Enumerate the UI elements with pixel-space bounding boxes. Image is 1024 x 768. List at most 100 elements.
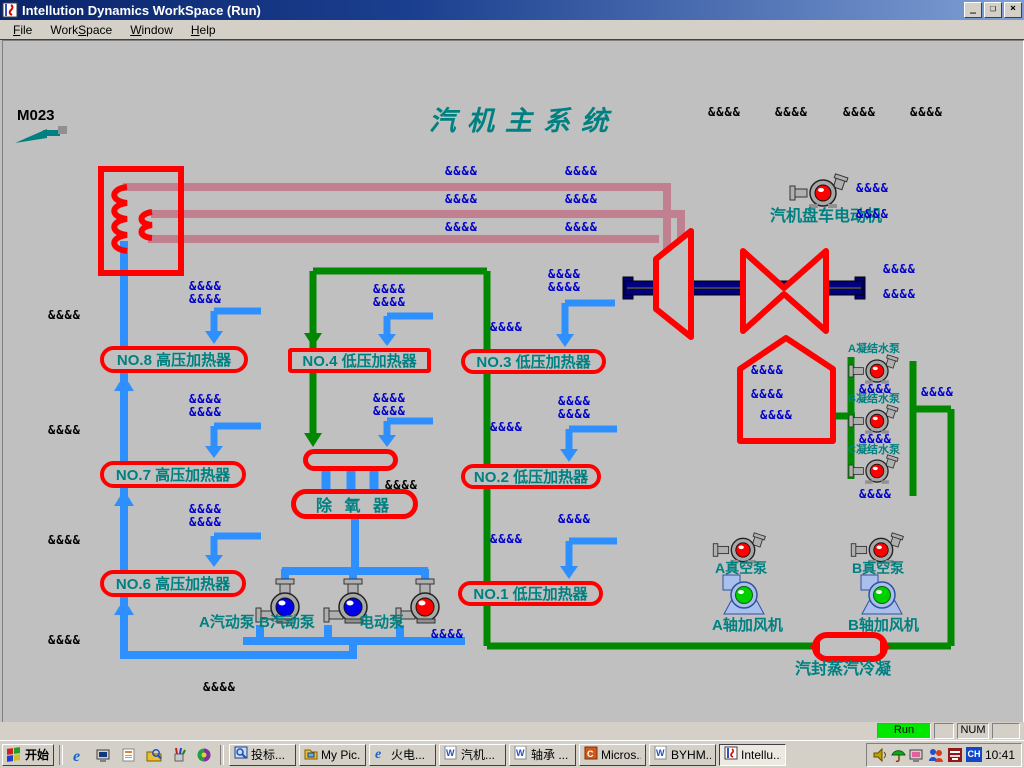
- heater-no3-lp[interactable]: NO.3 低压加热器: [461, 349, 606, 374]
- antivirus-umbrella-icon[interactable]: [891, 747, 906, 763]
- tag-value: &&&&: [775, 105, 808, 119]
- task-label: 投标...: [251, 746, 285, 763]
- quicklaunch-search-icon[interactable]: [143, 744, 165, 766]
- tag-value: &&&&: [445, 220, 478, 234]
- tag-value: &&&&: [565, 164, 598, 178]
- close-button[interactable]: ×: [1004, 2, 1022, 18]
- shaft-fan-b[interactable]: [861, 575, 902, 614]
- vacuum-pump-a[interactable]: [713, 533, 765, 564]
- task-icon: W: [444, 746, 458, 763]
- tag-value: &&&&: [48, 533, 81, 547]
- tag-value: &&&&: [558, 512, 591, 526]
- network-monitor-icon[interactable]: [909, 747, 925, 763]
- taskbar-task[interactable]: My Pic...: [299, 744, 366, 766]
- condensate-pump-a[interactable]: [849, 355, 898, 384]
- tag-value: &&&&: [48, 633, 81, 647]
- tag-value: &&&&: [48, 308, 81, 322]
- lp-turbine[interactable]: [743, 251, 826, 331]
- svg-text:W: W: [656, 748, 665, 758]
- menu-file[interactable]: File: [4, 21, 41, 39]
- tag-value: &&&&: [856, 181, 889, 195]
- language-indicator[interactable]: CH: [966, 747, 982, 762]
- heater-no4-lp[interactable]: NO.4 低压加热器: [288, 348, 431, 373]
- start-button[interactable]: 开始: [2, 744, 54, 766]
- task-icon: W: [654, 746, 668, 763]
- volume-icon[interactable]: [873, 747, 888, 763]
- svg-text:e: e: [73, 748, 80, 763]
- taskbar-task[interactable]: Intellu...: [719, 744, 786, 766]
- tag-value: &&&&: [910, 105, 943, 119]
- menu-window[interactable]: Window: [121, 21, 182, 39]
- svg-text:W: W: [446, 748, 455, 758]
- shaft-fan-a[interactable]: [723, 575, 764, 614]
- menu-workspace[interactable]: WorkSpace: [41, 21, 121, 39]
- task-icon: [234, 746, 248, 763]
- task-label: Micros...: [601, 748, 641, 762]
- users-icon[interactable]: [928, 747, 944, 763]
- heater-no2-lp[interactable]: NO.2 低压加热器: [461, 464, 601, 489]
- vacuum-pump-b[interactable]: [851, 533, 903, 564]
- quicklaunch-desktop-icon[interactable]: [93, 744, 115, 766]
- status-bar: Run NUM: [0, 722, 1024, 740]
- equipment-label: A轴加风机: [712, 618, 783, 635]
- svg-text:C: C: [587, 749, 594, 759]
- taskbar-task[interactable]: 投标...: [229, 744, 296, 766]
- ime-tool-icon[interactable]: [947, 747, 963, 763]
- taskbar-task[interactable]: W 轴承 ...: [509, 744, 576, 766]
- tag-value: &&&&: [490, 532, 523, 546]
- task-label: 轴承 ...: [531, 746, 568, 763]
- deaerator-risers: [326, 469, 374, 491]
- hp-turbine[interactable]: [656, 231, 691, 337]
- deaerator[interactable]: 除 氧 器: [291, 489, 418, 519]
- tag-value: &&&&: [565, 220, 598, 234]
- tag-value: &&&&: [548, 280, 581, 294]
- task-label: 汽机...: [461, 746, 495, 763]
- condensate-pump-c[interactable]: [849, 455, 898, 484]
- turning-gear-motor-pump[interactable]: [790, 174, 848, 208]
- taskbar-separator: [220, 745, 224, 765]
- clock[interactable]: 10:41: [985, 748, 1015, 762]
- statusbar-pane: [934, 723, 954, 739]
- tag-value: &&&&: [708, 105, 741, 119]
- tag-value: &&&&: [445, 164, 478, 178]
- taskbar-task[interactable]: e火电...: [369, 744, 436, 766]
- tag-value: &&&&: [883, 262, 916, 276]
- tag-value: &&&&: [859, 432, 892, 446]
- gland-steam-condenser[interactable]: [815, 635, 885, 659]
- tag-value: &&&&: [445, 192, 478, 206]
- task-icon: [724, 746, 738, 763]
- taskbar-task[interactable]: WBYHM...: [649, 744, 716, 766]
- svg-text:W: W: [516, 748, 525, 758]
- task-icon: e: [374, 746, 388, 763]
- drawing-number: M023: [17, 107, 55, 124]
- condensate-pump-b[interactable]: [849, 405, 898, 434]
- restore-button[interactable]: ❏: [984, 2, 1002, 18]
- taskbar-task[interactable]: C Micros...: [579, 744, 646, 766]
- heater-no1-lp[interactable]: NO.1 低压加热器: [458, 581, 603, 606]
- back-arrow-icon[interactable]: [15, 126, 67, 143]
- taskbar-task[interactable]: W 汽机...: [439, 744, 506, 766]
- heater-no8-hp[interactable]: NO.8 高压加热器: [100, 346, 248, 373]
- tag-value: &&&&: [548, 267, 581, 281]
- quicklaunch-media-icon[interactable]: [193, 744, 215, 766]
- menu-bar: File WorkSpace Window Help: [0, 20, 1024, 40]
- tag-value: &&&&: [189, 515, 222, 529]
- tag-value: &&&&: [856, 207, 889, 221]
- system-tray: CH 10:41: [866, 743, 1022, 767]
- minimize-button[interactable]: _: [964, 2, 982, 18]
- tag-value: &&&&: [189, 279, 222, 293]
- heater-no7-hp[interactable]: NO.7 高压加热器: [100, 461, 246, 488]
- tag-value: &&&&: [760, 408, 793, 422]
- heater-no6-hp[interactable]: NO.6 高压加热器: [100, 570, 246, 597]
- task-label: Intellu...: [741, 748, 781, 762]
- tag-value: &&&&: [558, 407, 591, 421]
- deaerator-tank[interactable]: [303, 449, 398, 471]
- quicklaunch-mail-icon[interactable]: [118, 744, 140, 766]
- quicklaunch-ie-icon[interactable]: e: [68, 744, 90, 766]
- tag-value: &&&&: [189, 392, 222, 406]
- equipment-label: A凝结水泵: [848, 343, 900, 355]
- menu-help[interactable]: Help: [182, 21, 225, 39]
- tag-value: &&&&: [373, 282, 406, 296]
- equipment-label: B轴加风机: [848, 618, 919, 635]
- quicklaunch-pens-icon[interactable]: [168, 744, 190, 766]
